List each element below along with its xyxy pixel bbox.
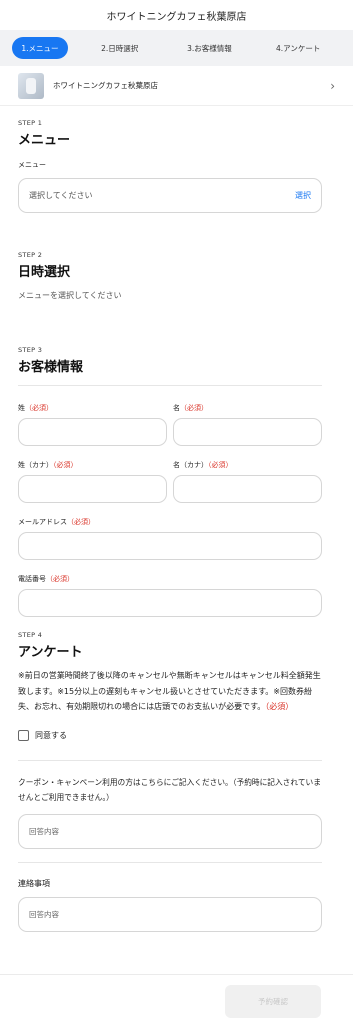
step3-section: STEP 3 お客様情報 姓（必須） 名（必須） 姓（カナ）（必須） 名（カナ）… xyxy=(18,346,335,617)
step4-title: アンケート xyxy=(18,645,83,660)
step2-title: 日時選択 xyxy=(18,265,71,280)
contact-answer-input[interactable]: 回答内容 xyxy=(18,896,322,932)
shop-name: ホワイトニングカフェ秋葉原店 xyxy=(53,81,158,90)
divider xyxy=(18,759,322,761)
divider xyxy=(18,861,322,863)
shop-thumbnail xyxy=(18,72,44,99)
phone-input[interactable] xyxy=(18,589,322,617)
email-label: メールアドレス（必須） xyxy=(18,518,95,526)
first-name-input[interactable] xyxy=(173,418,322,446)
first-name-label: 名（必須） xyxy=(173,404,208,412)
menu-select-button[interactable]: 選択 xyxy=(295,190,311,201)
footer-bar: 予約確認 xyxy=(0,974,353,1024)
menu-select-placeholder: 選択してください xyxy=(29,191,93,200)
chevron-right-icon: › xyxy=(330,78,335,93)
last-kana-input[interactable] xyxy=(18,475,167,503)
step2-section: STEP 2 日時選択 メニューを選択してください xyxy=(18,251,335,301)
step1-label: STEP 1 xyxy=(18,119,43,127)
tab-customer-info[interactable]: 3.お客様情報 xyxy=(164,37,256,59)
first-kana-label: 名（カナ）（必須） xyxy=(173,461,233,469)
app-header: ホワイトニングカフェ秋葉原店 xyxy=(0,0,353,30)
step1-section: STEP 1 メニュー メニュー 選択してください 選択 xyxy=(18,119,335,213)
step1-title: メニュー xyxy=(18,133,71,148)
step2-label: STEP 2 xyxy=(18,251,43,259)
step4-label: STEP 4 xyxy=(18,631,43,639)
coupon-question: クーポン・キャンペーン利用の方はこちらにご記入ください。（予約時に記入されていま… xyxy=(18,777,321,802)
shop-row[interactable]: ホワイトニングカフェ秋葉原店 › xyxy=(0,66,353,106)
menu-select[interactable]: 選択してください 選択 xyxy=(18,178,322,213)
step-tabs: 1.メニュー 2.日時選択 3.お客様情報 4.アンケート xyxy=(0,30,353,66)
cancellation-notice: ※前日の営業時間終了後以降のキャンセルや無断キャンセルはキャンセル料全額発生致し… xyxy=(18,671,321,711)
agree-checkbox[interactable] xyxy=(18,729,29,741)
reserve-confirm-button[interactable]: 予約確認 xyxy=(225,985,321,1018)
first-kana-input[interactable] xyxy=(173,475,322,503)
divider xyxy=(18,385,322,386)
step4-section: STEP 4 アンケート ※前日の営業時間終了後以降のキャンセルや無断キャンセル… xyxy=(18,631,335,932)
agree-label: 同意する xyxy=(35,730,67,740)
step3-label: STEP 3 xyxy=(18,346,43,354)
contact-label: 連絡事項 xyxy=(18,878,50,888)
last-name-input[interactable] xyxy=(18,418,167,446)
agree-row[interactable]: 同意する xyxy=(18,725,335,744)
tab-datetime[interactable]: 2.日時選択 xyxy=(76,37,164,59)
datetime-message: メニューを選択してください xyxy=(18,291,122,300)
tab-survey[interactable]: 4.アンケート xyxy=(255,37,341,59)
page-title: ホワイトニングカフェ秋葉原店 xyxy=(106,11,247,23)
coupon-answer-input[interactable]: 回答内容 xyxy=(18,813,322,849)
phone-label: 電話番号（必須） xyxy=(18,575,74,583)
last-kana-label: 姓（カナ）（必須） xyxy=(18,461,78,469)
last-name-label: 姓（必須） xyxy=(18,404,53,412)
menu-field-label: メニュー xyxy=(18,161,46,169)
email-input[interactable] xyxy=(18,532,322,560)
tab-menu[interactable]: 1.メニュー xyxy=(12,37,68,59)
step3-title: お客様情報 xyxy=(18,360,84,375)
